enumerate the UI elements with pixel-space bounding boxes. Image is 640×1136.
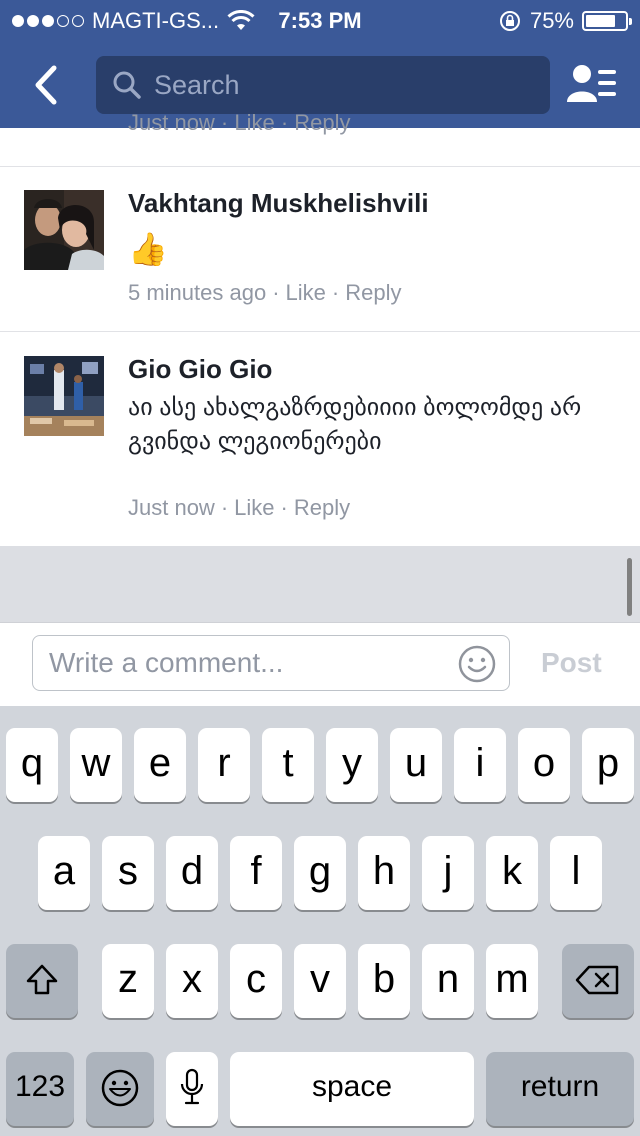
- comment-composer: Write a comment... Post: [0, 622, 640, 707]
- emoji-key[interactable]: [86, 1052, 154, 1126]
- key-i[interactable]: i: [454, 728, 506, 802]
- key-g[interactable]: g: [294, 836, 346, 910]
- key-p[interactable]: p: [582, 728, 634, 802]
- comment-meta: 5 minutes ago · Like · Reply: [128, 280, 402, 305]
- comment-placeholder: Write a comment...: [49, 647, 284, 678]
- comment-time: 5 minutes ago: [128, 280, 267, 305]
- key-a[interactable]: a: [38, 836, 90, 910]
- comment-body: აი ასე ახალგაზრდებიიიი ბოლომდე არ გვინდა…: [128, 394, 582, 455]
- search-placeholder: Search: [154, 70, 240, 100]
- key-t[interactable]: t: [262, 728, 314, 802]
- status-bar: MAGTI-GS... 7:53 PM 75%: [0, 0, 640, 40]
- key-w[interactable]: w: [70, 728, 122, 802]
- post-button[interactable]: Post: [541, 647, 602, 679]
- avatar[interactable]: [24, 190, 104, 270]
- divider: [0, 166, 640, 167]
- comment-input[interactable]: Write a comment...: [32, 635, 510, 691]
- numbers-key[interactable]: 123: [6, 1052, 74, 1126]
- back-arrow-icon[interactable]: [28, 62, 68, 108]
- search-icon: [113, 71, 141, 99]
- key-h[interactable]: h: [358, 836, 410, 910]
- key-q[interactable]: q: [6, 728, 58, 802]
- comment-time: Just now: [128, 495, 215, 520]
- space-key[interactable]: space: [230, 1052, 474, 1126]
- reply-link[interactable]: Reply: [294, 495, 350, 520]
- shift-key[interactable]: [6, 944, 78, 1018]
- search-input[interactable]: Search: [96, 56, 550, 114]
- dictation-key[interactable]: [166, 1052, 218, 1126]
- emoji-key-icon: [101, 1069, 139, 1107]
- friends-icon[interactable]: [566, 62, 618, 108]
- previous-comment-meta: Just now · Like · Reply: [128, 110, 351, 135]
- key-l[interactable]: l: [550, 836, 602, 910]
- key-r[interactable]: r: [198, 728, 250, 802]
- key-x[interactable]: x: [166, 944, 218, 1018]
- battery-icon: [582, 11, 632, 31]
- feed-bottom-spacer: [0, 546, 640, 622]
- delete-key[interactable]: [562, 944, 634, 1018]
- key-b[interactable]: b: [358, 944, 410, 1018]
- key-u[interactable]: u: [390, 728, 442, 802]
- battery-percent: 75%: [529, 8, 574, 33]
- app-header: MAGTI-GS... 7:53 PM 75% Search: [0, 0, 640, 128]
- smiley-icon[interactable]: [457, 644, 497, 684]
- scrollbar[interactable]: [627, 558, 632, 616]
- reply-link[interactable]: Reply: [345, 280, 401, 305]
- like-link[interactable]: Like: [286, 280, 326, 305]
- return-key[interactable]: return: [486, 1052, 634, 1126]
- key-v[interactable]: v: [294, 944, 346, 1018]
- key-s[interactable]: s: [102, 836, 154, 910]
- shift-icon: [26, 964, 58, 995]
- key-d[interactable]: d: [166, 836, 218, 910]
- orientation-lock-icon: [499, 11, 520, 31]
- like-link[interactable]: Like: [234, 495, 274, 520]
- key-k[interactable]: k: [486, 836, 538, 910]
- comment-meta: Just now · Like · Reply: [128, 495, 351, 520]
- key-z[interactable]: z: [102, 944, 154, 1018]
- thumbs-up-emoji: 👍: [128, 231, 168, 267]
- key-j[interactable]: j: [422, 836, 474, 910]
- comment-author[interactable]: Gio Gio Gio: [128, 354, 272, 385]
- key-n[interactable]: n: [422, 944, 474, 1018]
- key-o[interactable]: o: [518, 728, 570, 802]
- key-y[interactable]: y: [326, 728, 378, 802]
- keyboard: 123 space return qwertyuiop asdfghjkl zxcv…: [0, 706, 640, 1136]
- comment-author[interactable]: Vakhtang Muskhelishvili: [128, 188, 429, 219]
- key-e[interactable]: e: [134, 728, 186, 802]
- microphone-icon: [180, 1068, 204, 1105]
- key-c[interactable]: c: [230, 944, 282, 1018]
- divider: [0, 331, 640, 332]
- key-m[interactable]: m: [486, 944, 538, 1018]
- avatar[interactable]: [24, 356, 104, 436]
- delete-icon: [575, 965, 619, 995]
- key-f[interactable]: f: [230, 836, 282, 910]
